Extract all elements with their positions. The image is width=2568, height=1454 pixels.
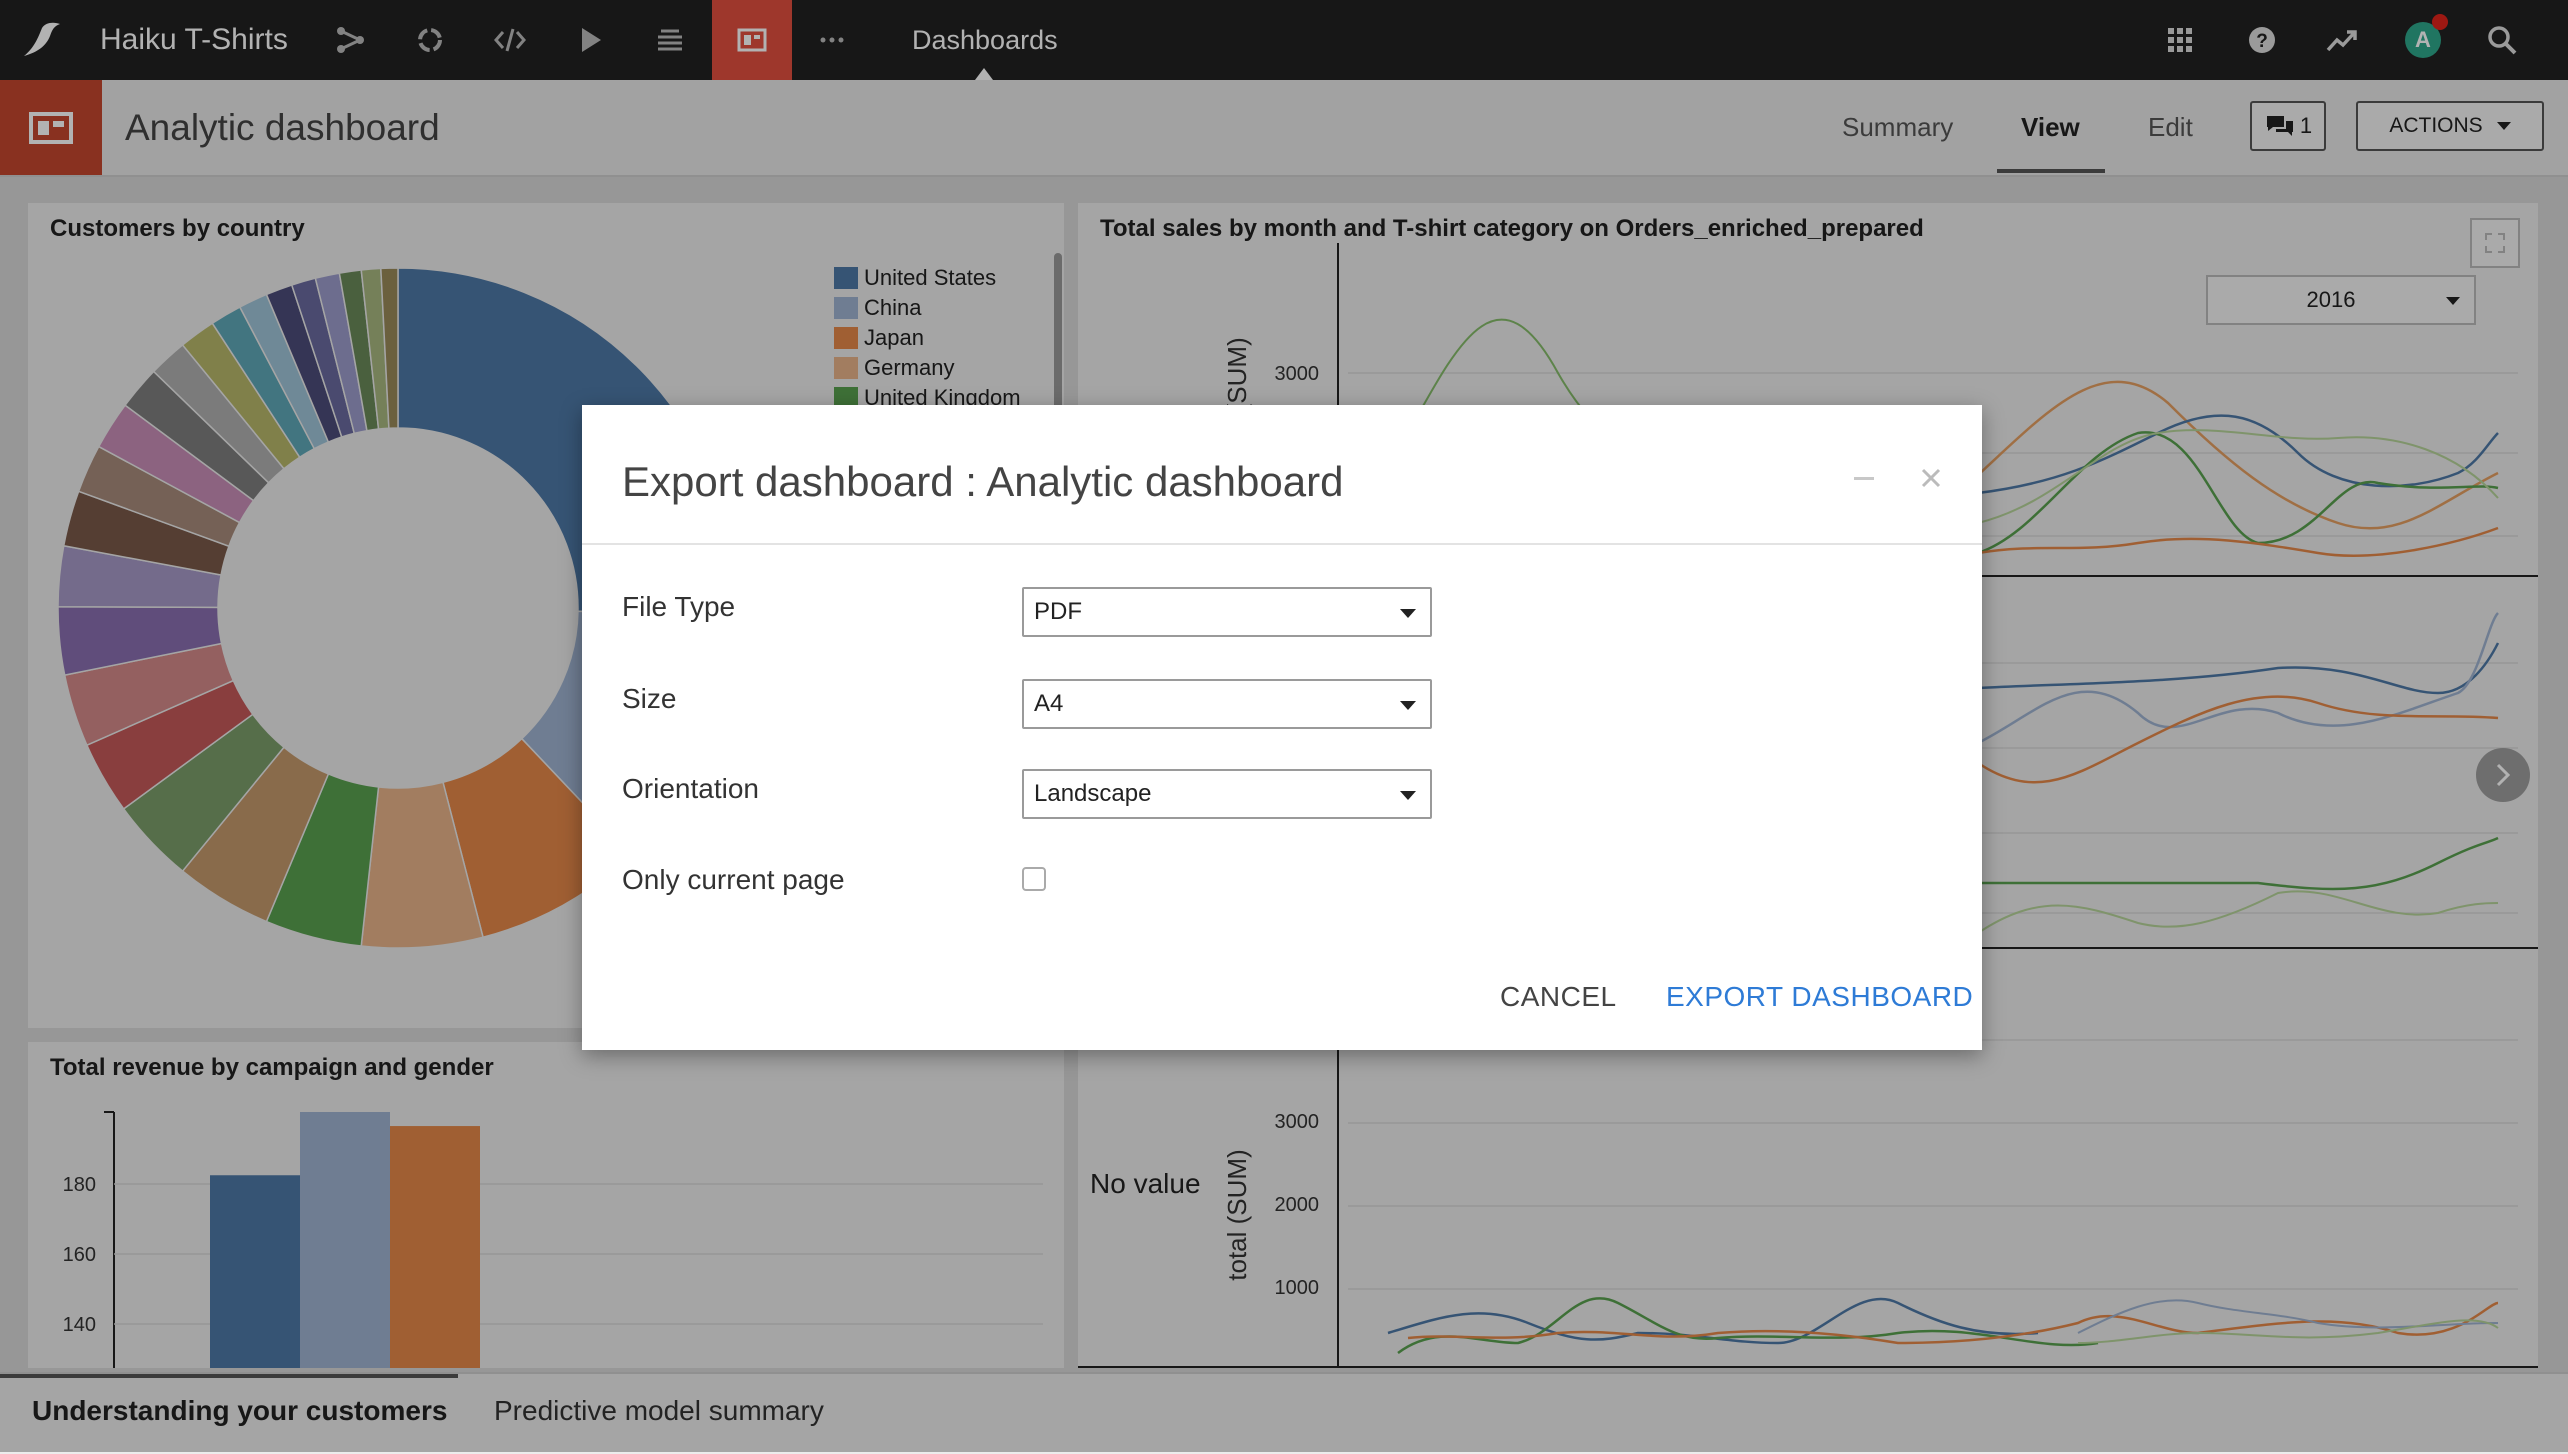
chevron-down-icon — [1400, 609, 1416, 618]
only-current-page-label: Only current page — [622, 864, 845, 895]
only-current-page-checkbox[interactable] — [1022, 867, 1046, 891]
export-dashboard-dialog: Export dashboard : Analytic dashboard Fi… — [582, 405, 1982, 1050]
file-type-label: File Type — [622, 591, 736, 622]
chevron-down-icon — [1400, 791, 1416, 800]
orientation-label: Orientation — [622, 773, 759, 804]
dialog-divider — [582, 543, 1982, 545]
size-label: Size — [622, 683, 677, 714]
orientation-value: Landscape — [1034, 780, 1152, 807]
minimize-icon[interactable] — [1854, 477, 1874, 480]
file-type-select[interactable]: PDF — [1022, 587, 1432, 637]
dialog-title: Export dashboard : Analytic dashboard — [622, 458, 1344, 505]
chevron-down-icon — [1400, 701, 1416, 710]
size-value: A4 — [1034, 690, 1064, 717]
file-type-value: PDF — [1034, 598, 1082, 625]
cancel-button[interactable]: CANCEL — [1500, 980, 1617, 1014]
export-dashboard-button[interactable]: EXPORT DASHBOARD — [1666, 980, 1973, 1014]
size-select[interactable]: A4 — [1022, 679, 1432, 729]
orientation-select[interactable]: Landscape — [1022, 769, 1432, 819]
close-icon[interactable] — [1920, 467, 1942, 489]
